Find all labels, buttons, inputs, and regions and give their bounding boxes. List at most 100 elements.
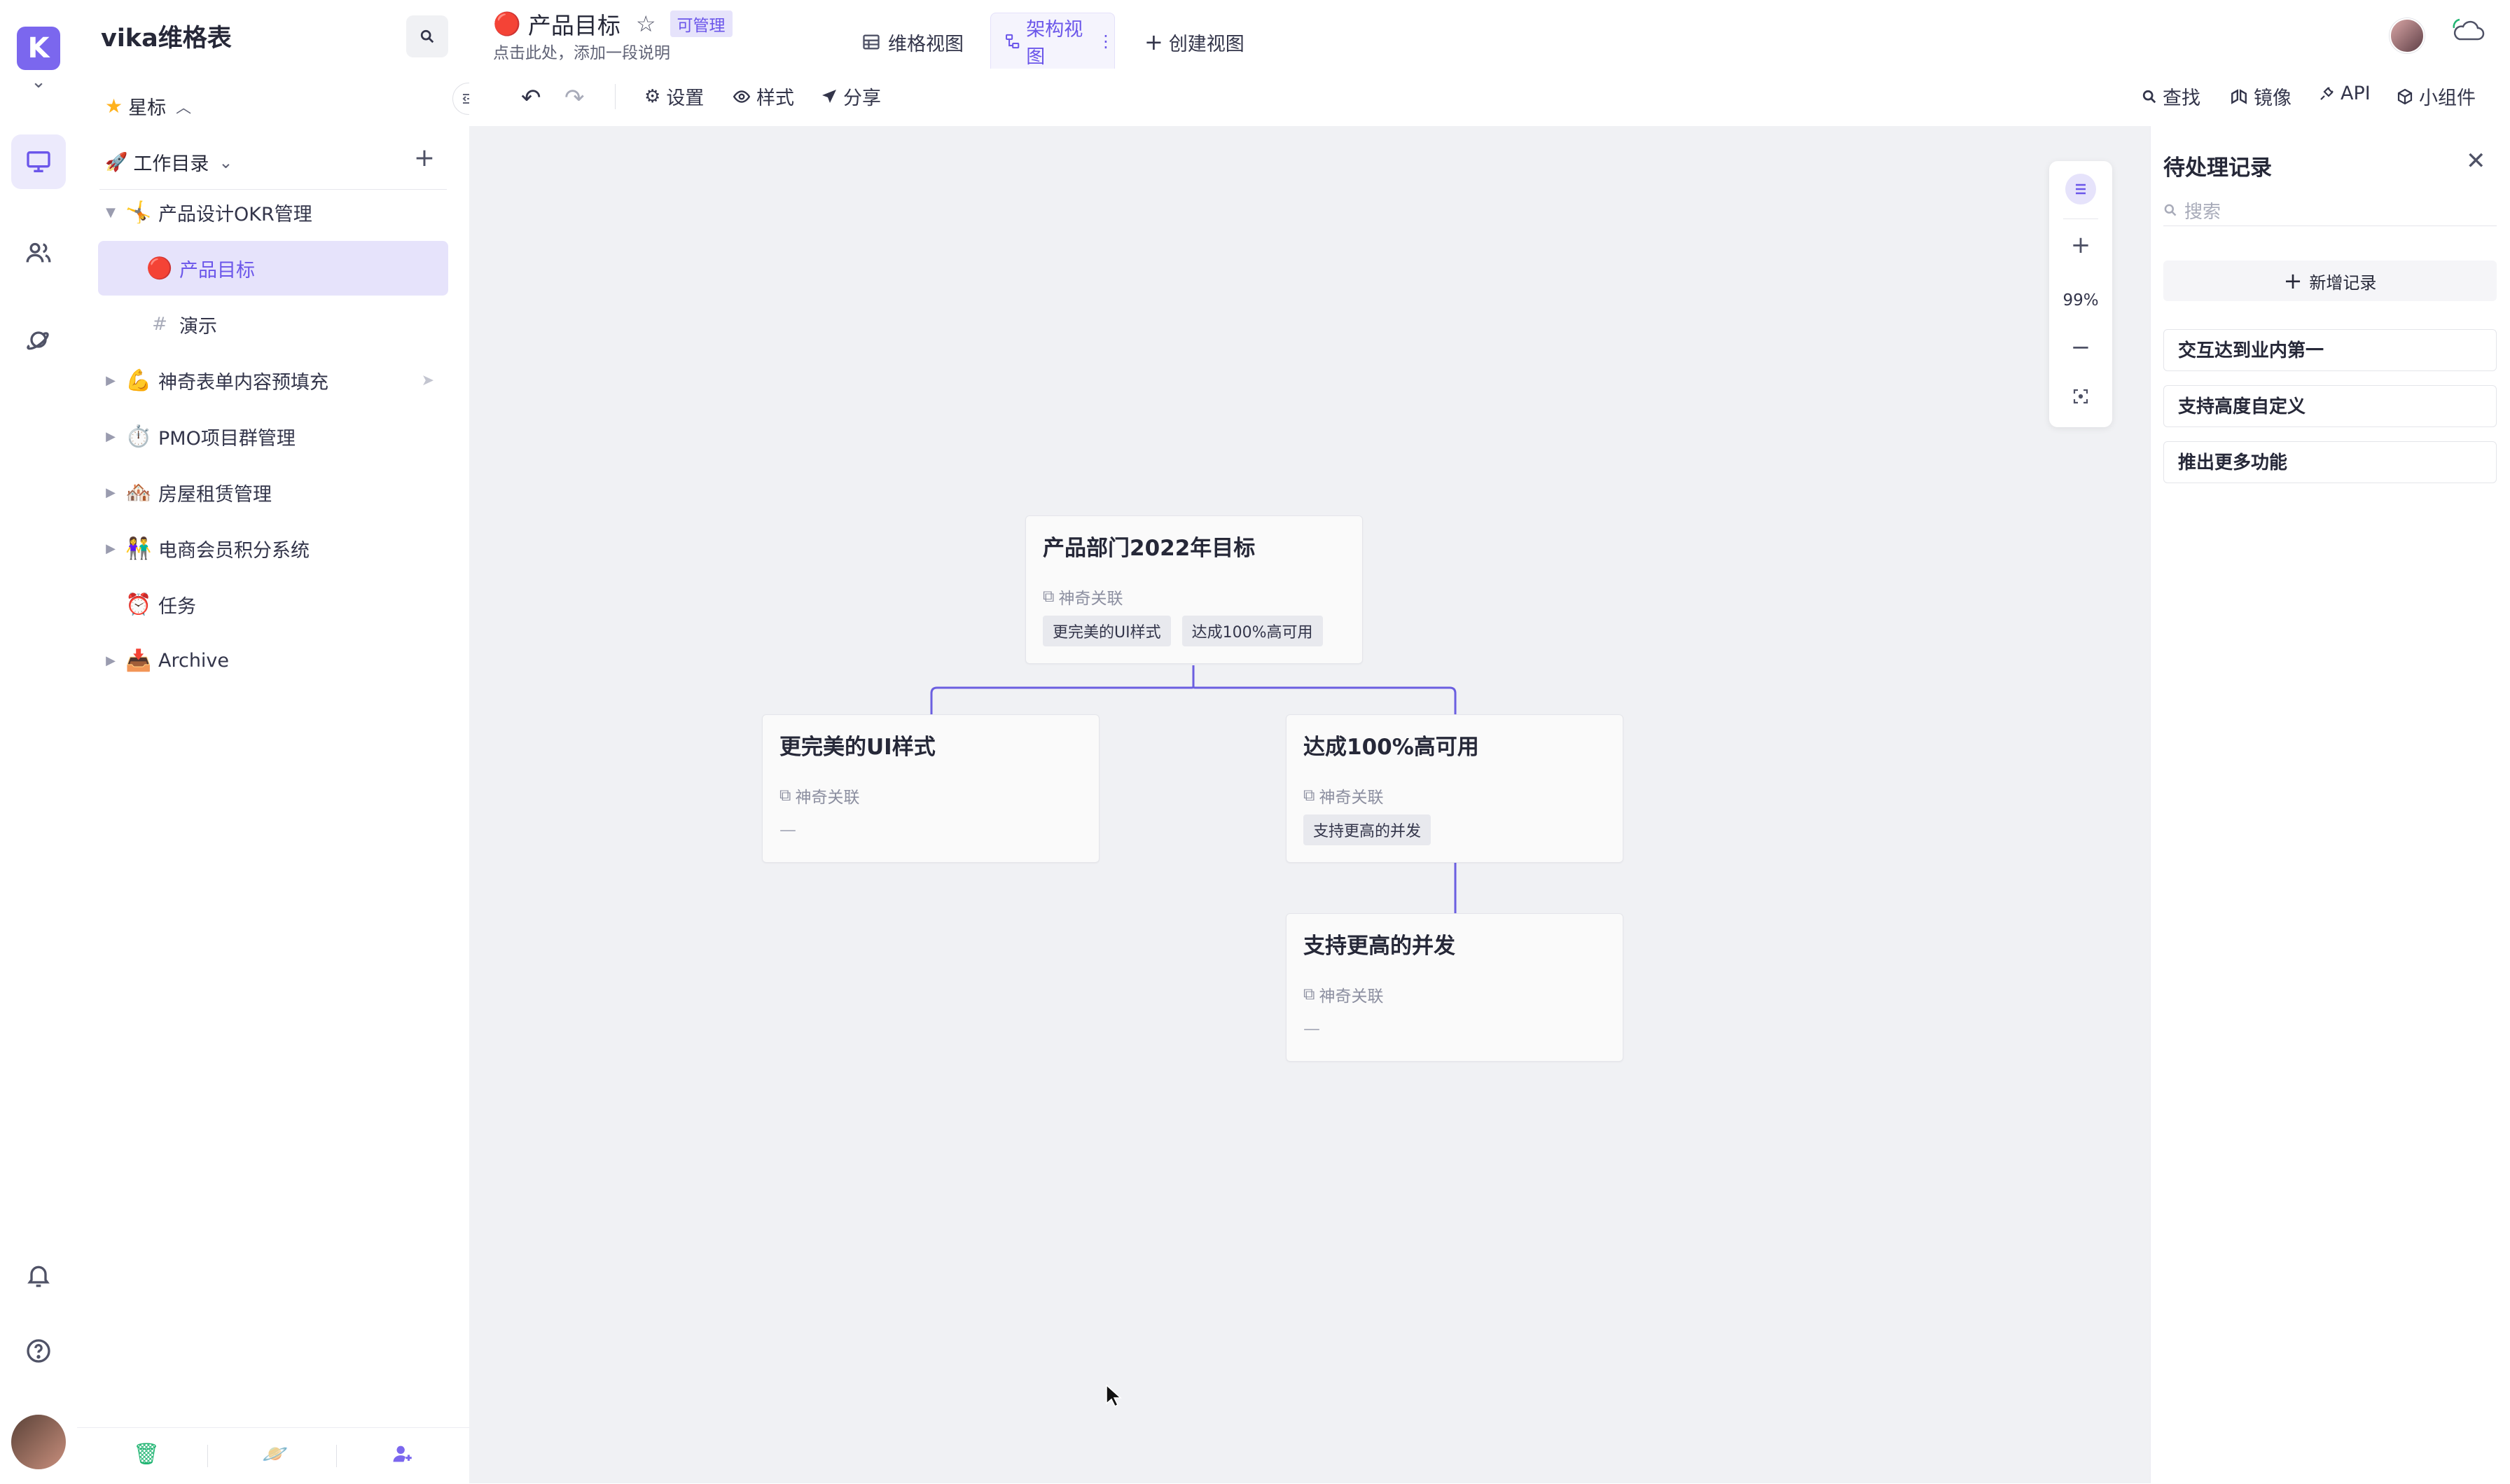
invite-member-icon[interactable] xyxy=(391,1442,415,1469)
org-card-left[interactable]: 更完美的UI样式 ⧉ 神奇关联 — xyxy=(762,714,1100,863)
api-plug-icon xyxy=(2320,86,2334,100)
panel-search[interactable]: 搜索 xyxy=(2163,195,2497,226)
card-title: 更完美的UI样式 xyxy=(779,735,936,760)
widget-button[interactable]: 小组件 xyxy=(2397,83,2476,110)
app-rail: K ⌄ xyxy=(0,0,78,1483)
style-label: 样式 xyxy=(756,88,794,109)
shared-node-icon: ➤ xyxy=(421,371,434,389)
tab-label: 维格视图 xyxy=(888,33,964,55)
zoom-in-button[interactable]: + xyxy=(2049,231,2112,259)
create-view-label: 创建视图 xyxy=(1168,33,1244,55)
card-field-label: ⧉ 神奇关联 xyxy=(1303,983,1383,1006)
fit-view-button[interactable] xyxy=(2072,388,2089,408)
vika-logo-mark: K xyxy=(27,32,50,64)
workbench-nav-button[interactable] xyxy=(11,134,66,189)
caret-right-icon[interactable]: ▶ xyxy=(98,429,123,444)
caret-right-icon[interactable]: ▶ xyxy=(98,373,123,388)
datasheet-header: 🔴 产品目标 ☆ 可管理 点击此处，添加一段说明 维格视图 架构视图 ⋮ + 创… xyxy=(469,0,2510,69)
view-tab-grid[interactable]: 维格视图 xyxy=(861,15,964,69)
close-icon[interactable]: ✕ xyxy=(2466,147,2486,175)
org-card-right[interactable]: 达成100%高可用 ⧉ 神奇关联 支持更高的并发 xyxy=(1286,714,1623,863)
card-field-label: ⧉ 神奇关联 xyxy=(779,784,859,807)
search-icon xyxy=(2164,204,2177,216)
tree-item-label: 产品设计OKR管理 xyxy=(158,203,312,226)
mirror-button[interactable]: 镜像 xyxy=(2230,83,2291,110)
members-nav-button[interactable] xyxy=(11,226,66,280)
favorite-star-icon[interactable]: ☆ xyxy=(636,11,656,37)
node-icon: 🔴 xyxy=(146,256,173,281)
card-tags: 更完美的UI样式 达成100%高可用 xyxy=(1043,616,1323,646)
pending-record-item[interactable]: 交互达到业内第一 xyxy=(2163,329,2497,371)
tree-item[interactable]: 🔴 产品目标 xyxy=(98,241,448,296)
redo-icon[interactable]: ↷ xyxy=(564,84,585,112)
tree-item[interactable]: # 演示 xyxy=(98,297,448,352)
notifications-button[interactable] xyxy=(11,1248,66,1303)
tree-item[interactable]: ▼ 🤸 产品设计OKR管理 xyxy=(98,185,448,240)
style-button[interactable]: 样式 xyxy=(733,83,794,110)
org-card-child[interactable]: 支持更高的并发 ⧉ 神奇关联 — xyxy=(1286,913,1623,1062)
starred-section[interactable]: ★ 星标 ︿ xyxy=(105,92,191,120)
zoom-out-button[interactable]: − xyxy=(2049,333,2112,361)
help-button[interactable] xyxy=(11,1324,66,1378)
trash-icon[interactable]: 🗑 xyxy=(133,1442,160,1466)
pending-record-item[interactable]: 推出更多功能 xyxy=(2163,441,2497,483)
share-button[interactable]: 分享 xyxy=(821,83,881,110)
outline-toggle-button[interactable] xyxy=(2065,174,2096,204)
red-circle-icon: 🔴 xyxy=(493,11,521,37)
settings-button[interactable]: ⚙ 设置 xyxy=(644,83,704,110)
search-icon xyxy=(420,29,434,43)
description-field[interactable]: 点击此处，添加一段说明 xyxy=(493,39,670,63)
tree-item-label: 产品目标 xyxy=(179,259,255,282)
find-button[interactable]: 查找 xyxy=(2142,83,2200,110)
org-chart-canvas[interactable]: 产品部门2022年目标 ⧉ 神奇关联 更完美的UI样式 达成100%高可用 更完… xyxy=(469,126,2150,1483)
caret-right-icon[interactable]: ▶ xyxy=(98,541,123,556)
grid-view-icon xyxy=(863,34,880,50)
org-card-root[interactable]: 产品部门2022年目标 ⧉ 神奇关联 更完美的UI样式 达成100%高可用 xyxy=(1025,515,1363,664)
sidebar-search-button[interactable] xyxy=(406,15,448,57)
catalog-section[interactable]: 🚀 工作目录 ⌄ xyxy=(105,148,233,176)
mirror-icon xyxy=(2231,88,2247,104)
tree-item[interactable]: ⏰ 任务 xyxy=(98,577,448,632)
node-icon: 📥 xyxy=(125,648,152,673)
widget-label: 小组件 xyxy=(2419,88,2476,109)
field-name: 神奇关联 xyxy=(1319,987,1384,1006)
user-avatar[interactable] xyxy=(11,1415,66,1469)
planet-icon xyxy=(27,331,49,350)
add-node-button[interactable]: + xyxy=(409,143,440,174)
link-tag[interactable]: 达成100%高可用 xyxy=(1181,616,1323,646)
tree-item[interactable]: ▶ 🏘️ 房屋租赁管理 xyxy=(98,465,448,520)
template-planet-icon[interactable]: 🪐 xyxy=(262,1442,288,1466)
node-icon: ⏱️ xyxy=(125,424,152,449)
zoom-control: + 99% − xyxy=(2049,161,2112,427)
api-button[interactable]: API xyxy=(2318,83,2371,104)
sidebar: vika维格表 ★ 星标 ︿ 🚀 工作目录 ⌄ + 🗑 🪐 ▼ 🤸 产品设计OKR管… xyxy=(77,0,470,1483)
tree-item[interactable]: ▶ 📥 Archive xyxy=(98,633,448,688)
caret-right-icon[interactable]: ▶ xyxy=(98,485,123,500)
caret-right-icon[interactable]: ▶ xyxy=(98,653,123,668)
api-label: API xyxy=(2341,83,2371,104)
zoom-level: 99% xyxy=(2062,291,2099,310)
datasheet-title[interactable]: 产品目标 xyxy=(528,7,620,41)
tree-item[interactable]: ▶ ⏱️ PMO项目群管理 xyxy=(98,409,448,464)
tree-item[interactable]: ▶ 💪 神奇表单内容预填充 ➤ xyxy=(98,353,448,408)
tree-item-label: 电商会员积分系统 xyxy=(158,539,310,562)
workspace-name: vika维格表 xyxy=(101,25,232,53)
space-switch-chevron-icon[interactable]: ⌄ xyxy=(28,71,49,92)
pending-record-item[interactable]: 支持高度自定义 xyxy=(2163,385,2497,427)
templates-nav-button[interactable] xyxy=(11,312,66,367)
collaborator-avatar[interactable] xyxy=(2390,18,2425,53)
users-icon xyxy=(26,242,51,263)
view-tab-architecture[interactable]: 架构视图 ⋮ xyxy=(990,13,1115,69)
link-icon: ⧉ xyxy=(1043,588,1055,606)
link-tag[interactable]: 更完美的UI样式 xyxy=(1043,616,1171,646)
create-view-button[interactable]: + 创建视图 xyxy=(1144,15,1244,69)
send-icon xyxy=(822,89,836,103)
undo-icon[interactable]: ↶ xyxy=(521,84,541,112)
add-record-button[interactable]: + 新增记录 xyxy=(2163,261,2497,301)
tree-item[interactable]: ▶ 👫 电商会员积分系统 xyxy=(98,521,448,576)
view-toolbar: ↶ ↷ ⚙ 设置 样式 分享 查找 镜像 API 小组件 xyxy=(469,69,2510,127)
more-vertical-icon[interactable]: ⋮ xyxy=(1097,32,1114,51)
permission-badge: 可管理 xyxy=(670,11,733,37)
caret-down-icon[interactable]: ▼ xyxy=(98,205,123,220)
link-tag[interactable]: 支持更高的并发 xyxy=(1303,814,1431,845)
